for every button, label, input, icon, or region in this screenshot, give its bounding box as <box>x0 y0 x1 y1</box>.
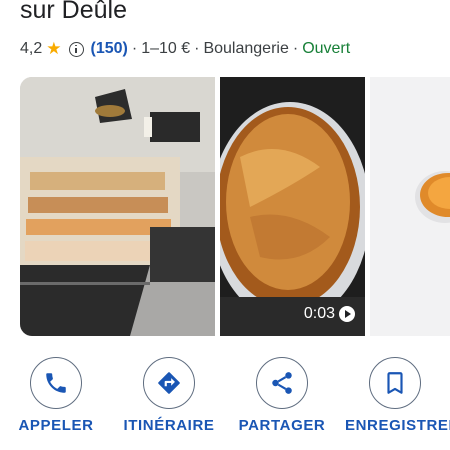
bakery-interior-photo[interactable] <box>20 77 215 336</box>
directions-label: ITINÉRAIRE <box>123 417 215 434</box>
info-icon[interactable] <box>68 41 84 57</box>
directions-icon <box>158 372 180 394</box>
separator: · <box>292 40 299 57</box>
separator: · <box>194 40 200 57</box>
call-button[interactable]: APPELER <box>6 357 106 434</box>
share-button-circle[interactable] <box>256 357 308 409</box>
star-icon: ★ <box>46 39 62 58</box>
phone-icon <box>46 373 66 393</box>
reviews-count-link[interactable]: (150) <box>91 40 128 58</box>
price-range: 1–10 € <box>141 40 191 57</box>
place-meta-row: 4,2 ★ (150) · 1–10 € · Boulangerie · Ouv… <box>20 38 350 60</box>
rating-value: 4,2 <box>20 40 43 57</box>
share-icon <box>272 372 292 394</box>
tart-video-thumbnail[interactable]: 0:03 <box>220 77 365 336</box>
call-label: APPELER <box>18 417 94 434</box>
save-button-circle[interactable] <box>369 357 421 409</box>
place-title: sur Deûle <box>20 0 127 24</box>
directions-button-circle[interactable] <box>143 357 195 409</box>
save-button[interactable]: ENREGISTRER <box>345 357 450 434</box>
pastry-photo[interactable] <box>370 77 450 336</box>
play-icon <box>339 306 355 322</box>
open-status: Ouvert <box>302 40 351 57</box>
bookmark-icon <box>387 372 403 394</box>
video-duration: 0:03 <box>303 305 335 322</box>
directions-button[interactable]: ITINÉRAIRE <box>119 357 219 434</box>
video-duration-badge: 0:03 <box>304 305 355 323</box>
separator: · <box>131 40 138 57</box>
category-label: Boulangerie <box>203 40 289 57</box>
save-label: ENREGISTRER <box>345 417 450 434</box>
share-button[interactable]: PARTAGER <box>232 357 332 434</box>
share-label: PARTAGER <box>238 417 326 434</box>
call-button-circle[interactable] <box>30 357 82 409</box>
